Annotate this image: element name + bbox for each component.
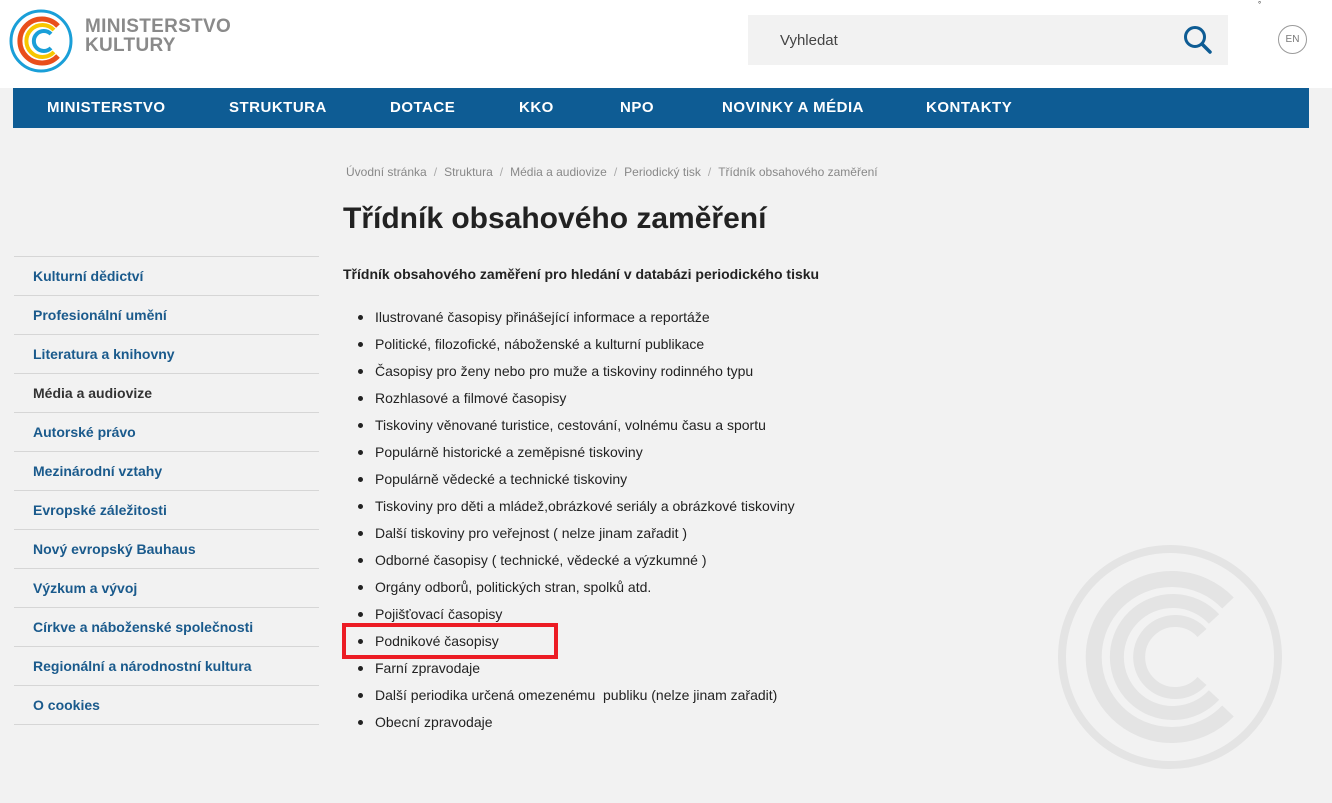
breadcrumb-separator: / bbox=[433, 165, 438, 179]
content-category-list: Ilustrované časopisy přinášející informa… bbox=[343, 304, 795, 736]
breadcrumb-separator: / bbox=[613, 165, 618, 179]
cursor-mark: ° bbox=[1258, 0, 1262, 9]
list-item-label: Ilustrované časopisy přinášející informa… bbox=[375, 309, 710, 325]
breadcrumb-link-periodicky-tisk[interactable]: Periodický tisk bbox=[624, 165, 701, 179]
intro-text: Třídník obsahového zaměření pro hledání … bbox=[343, 266, 820, 282]
list-item: Populárně historické a zeměpisné tiskovi… bbox=[343, 439, 795, 466]
search-icon[interactable] bbox=[1182, 24, 1214, 56]
list-item-label: Populárně historické a zeměpisné tiskovi… bbox=[375, 444, 643, 460]
bullet-icon bbox=[358, 720, 363, 725]
bullet-icon bbox=[358, 396, 363, 401]
bullet-icon bbox=[358, 612, 363, 617]
breadcrumb-link-home[interactable]: Úvodní stránka bbox=[346, 165, 427, 179]
breadcrumb-link-media[interactable]: Média a audiovize bbox=[510, 165, 607, 179]
nav-item-kontakty[interactable]: KONTAKTY bbox=[926, 88, 1012, 128]
watermark-logo-icon bbox=[1058, 545, 1282, 769]
nav-item-npo[interactable]: NPO bbox=[620, 88, 654, 128]
list-item-label: Obecní zpravodaje bbox=[375, 714, 493, 730]
bullet-icon bbox=[358, 423, 363, 428]
sidebar-item-literatura-a-knihovny[interactable]: Literatura a knihovny bbox=[14, 335, 319, 374]
sidebar-item-vyzkum-a-vyvoj[interactable]: Výzkum a vývoj bbox=[14, 569, 319, 608]
list-item: Politické, filozofické, náboženské a kul… bbox=[343, 331, 795, 358]
list-item: Odborné časopisy ( technické, vědecké a … bbox=[343, 547, 795, 574]
bullet-icon bbox=[358, 504, 363, 509]
breadcrumb-separator: / bbox=[499, 165, 504, 179]
bullet-icon bbox=[358, 693, 363, 698]
bullet-icon bbox=[358, 342, 363, 347]
list-item-label: Další tiskoviny pro veřejnost ( nelze ji… bbox=[375, 525, 688, 541]
bullet-icon bbox=[358, 477, 363, 482]
sidebar-item-profesionalni-umeni[interactable]: Profesionální umění bbox=[14, 296, 319, 335]
bullet-icon bbox=[358, 450, 363, 455]
list-item: Rozhlasové a filmové časopisy bbox=[343, 385, 795, 412]
list-item: Tiskoviny věnované turistice, cestování,… bbox=[343, 412, 795, 439]
list-item: Další periodika určená omezenému publiku… bbox=[343, 682, 795, 709]
bullet-icon bbox=[358, 531, 363, 536]
list-item-label: Časopisy pro ženy nebo pro muže a tiskov… bbox=[375, 363, 754, 379]
language-switch-button[interactable]: EN bbox=[1278, 25, 1307, 54]
sidebar-item-kulturni-dedictvi[interactable]: Kulturní dědictví bbox=[14, 257, 319, 296]
list-item: Farní zpravodaje bbox=[343, 655, 795, 682]
nav-item-kko[interactable]: KKO bbox=[519, 88, 554, 128]
nav-item-ministerstvo[interactable]: MINISTERSTVO bbox=[47, 88, 166, 128]
search-box bbox=[748, 15, 1228, 65]
sidebar-item-cirkve[interactable]: Církve a náboženské společnosti bbox=[14, 608, 319, 647]
sidebar-item-media-a-audiovize[interactable]: Média a audiovize bbox=[14, 374, 319, 413]
logo-line-1: MINISTERSTVO bbox=[85, 16, 232, 37]
list-item-label: Politické, filozofické, náboženské a kul… bbox=[375, 336, 705, 352]
main-navigation: MINISTERSTVO STRUKTURA DOTACE KKO NPO NO… bbox=[13, 88, 1309, 128]
logo-line-2: KULTURY bbox=[85, 35, 176, 56]
sidebar-item-evropske-zalezitosti[interactable]: Evropské záležitosti bbox=[14, 491, 319, 530]
list-item: Časopisy pro ženy nebo pro muže a tiskov… bbox=[343, 358, 795, 385]
breadcrumb-link-struktura[interactable]: Struktura bbox=[444, 165, 493, 179]
list-item-label: Orgány odborů, politických stran, spolků… bbox=[375, 579, 652, 595]
list-item-label: Populárně vědecké a technické tiskoviny bbox=[375, 471, 628, 487]
sidebar-item-mezinarodni-vztahy[interactable]: Mezinárodní vztahy bbox=[14, 452, 319, 491]
breadcrumb-separator: / bbox=[707, 165, 712, 179]
logo-wordmark[interactable]: MINISTERSTVO KULTURY bbox=[85, 17, 231, 55]
list-item: Orgány odborů, politických stran, spolků… bbox=[343, 574, 795, 601]
nav-item-novinky-a-media[interactable]: NOVINKY A MÉDIA bbox=[722, 88, 864, 128]
list-item: Další tiskoviny pro veřejnost ( nelze ji… bbox=[343, 520, 795, 547]
bullet-icon bbox=[358, 315, 363, 320]
sidebar-item-o-cookies[interactable]: O cookies bbox=[14, 686, 319, 725]
bullet-icon bbox=[358, 585, 363, 590]
list-item-label: Pojišťovací časopisy bbox=[375, 606, 503, 622]
list-item-label: Odborné časopisy ( technické, vědecké a … bbox=[375, 552, 707, 568]
sidebar-item-autorske-pravo[interactable]: Autorské právo bbox=[14, 413, 319, 452]
list-item: Tiskoviny pro děti a mládež,obrázkové se… bbox=[343, 493, 795, 520]
bullet-icon bbox=[358, 558, 363, 563]
nav-item-struktura[interactable]: STRUKTURA bbox=[229, 88, 327, 128]
bullet-icon bbox=[358, 369, 363, 374]
breadcrumb-current: Třídník obsahového zaměření bbox=[718, 165, 878, 179]
list-item-label: Rozhlasové a filmové časopisy bbox=[375, 390, 567, 406]
highlight-box bbox=[342, 623, 558, 659]
ministry-logo-icon[interactable] bbox=[8, 8, 74, 74]
bullet-icon bbox=[358, 666, 363, 671]
breadcrumb: Úvodní stránka / Struktura / Média a audiovi… bbox=[346, 165, 878, 179]
sidebar-item-novy-evropsky-bauhaus[interactable]: Nový evropský Bauhaus bbox=[14, 530, 319, 569]
list-item: Ilustrované časopisy přinášející informa… bbox=[343, 304, 795, 331]
list-item-label: Farní zpravodaje bbox=[375, 660, 481, 676]
list-item-label: Další periodika určená omezenému publiku… bbox=[375, 687, 778, 703]
list-item-label: Tiskoviny pro děti a mládež,obrázkové se… bbox=[375, 498, 795, 514]
site-header: MINISTERSTVO KULTURY EN bbox=[0, 0, 1332, 88]
sidebar-item-regionalni-kultura[interactable]: Regionální a národnostní kultura bbox=[14, 647, 319, 686]
search-input[interactable] bbox=[748, 15, 1168, 65]
list-item-label: Tiskoviny věnované turistice, cestování,… bbox=[375, 417, 766, 433]
nav-item-dotace[interactable]: DOTACE bbox=[390, 88, 455, 128]
list-item: Populárně vědecké a technické tiskoviny bbox=[343, 466, 795, 493]
list-item: Obecní zpravodaje bbox=[343, 709, 795, 736]
page-title: Třídník obsahového zaměření bbox=[343, 202, 767, 235]
sidebar-menu: Kulturní dědictví Profesionální umění Li… bbox=[14, 256, 319, 725]
